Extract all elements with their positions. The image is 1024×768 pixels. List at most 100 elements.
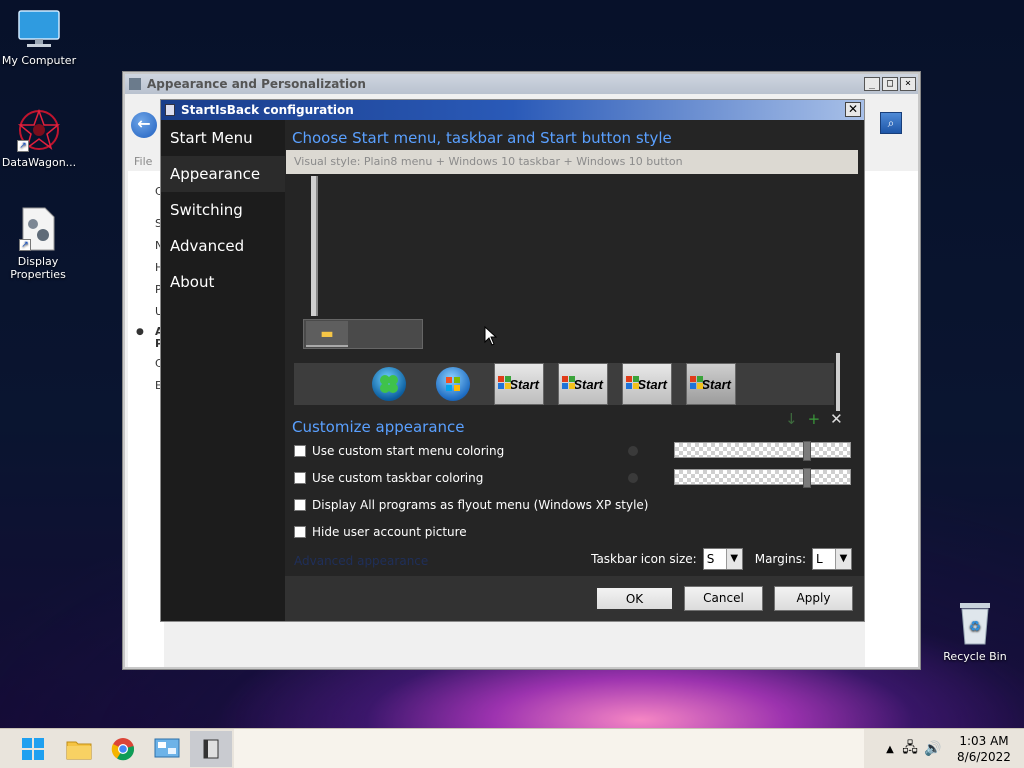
clock-time: 1:03 AM [959, 734, 1009, 748]
taskbar: ▲ 🖧 🔊 1:03 AM 8/6/2022 [0, 728, 1024, 768]
dialog-close-button[interactable]: ✕ [845, 102, 861, 117]
nav-item-advanced[interactable]: Advanced [161, 228, 285, 264]
orb-tools: ↓ + ✕ [785, 410, 843, 428]
minimize-button[interactable]: _ [864, 77, 880, 91]
cancel-button[interactable]: Cancel [684, 586, 763, 611]
start-button[interactable] [12, 731, 54, 767]
recycle-bin-icon: ♻ [956, 600, 994, 646]
xp-start-button-style-1[interactable]: Start [494, 363, 544, 405]
shortcut-arrow-icon: ↗ [17, 140, 29, 152]
mouse-cursor-icon [484, 325, 498, 346]
display-properties-icon: ↗ [19, 207, 57, 251]
desktop-icon-display-properties[interactable]: ↗ Display Properties [0, 207, 76, 281]
checkbox[interactable] [294, 499, 306, 511]
start-label: Start [637, 377, 667, 392]
xp-start-button-style-2[interactable]: Start [558, 363, 608, 405]
clock[interactable]: 1:03 AM 8/6/2022 [944, 733, 1024, 765]
visual-style-selector[interactable]: Visual style: Plain8 menu + Windows 10 t… [286, 150, 858, 174]
desktop-icon-my-computer[interactable]: My Computer [0, 10, 78, 67]
chevron-down-icon[interactable]: ▼ [835, 549, 851, 569]
show-hidden-icons-icon[interactable]: ▲ [882, 744, 898, 755]
customize-heading: Customize appearance [292, 418, 465, 436]
chevron-down-icon[interactable]: ▼ [725, 549, 742, 569]
bg-window-content [865, 171, 918, 667]
nav-item-start-menu[interactable]: Start Menu [161, 120, 285, 156]
taskbar-control-panel[interactable] [146, 731, 188, 767]
taskbar-startisback[interactable] [190, 731, 232, 767]
taskbar-icon-size-value: S [706, 552, 715, 566]
taskbar-opacity-slider[interactable] [674, 468, 851, 488]
style-heading: Choose Start menu, taskbar and Start but… [292, 129, 672, 147]
nav-item-switching[interactable]: Switching [161, 192, 285, 228]
slider-thumb[interactable] [803, 468, 811, 488]
apply-button[interactable]: Apply [774, 586, 853, 611]
option-custom-taskbar-coloring[interactable]: Use custom taskbar coloring [294, 471, 483, 485]
windows-flag-icon [690, 376, 704, 390]
start-menu-preview [311, 176, 318, 316]
checkbox[interactable] [294, 526, 306, 538]
startisback-config-dialog: StartIsBack configuration ✕ Start Menu A… [160, 99, 865, 622]
folder-icon: ▬ [306, 321, 348, 347]
desktop-icon-recycle-bin[interactable]: ♻ Recycle Bin [940, 600, 1010, 663]
start-menu-opacity-slider[interactable] [674, 441, 851, 461]
shortcut-arrow-icon: ↗ [19, 239, 31, 251]
datawagon-icon: ↗ [17, 108, 61, 152]
add-icon[interactable]: + [808, 410, 821, 428]
bg-window-titlebar[interactable]: Appearance and Personalization [125, 74, 918, 94]
bg-window-task-pane: C S N H P U ● A P C E [128, 171, 164, 667]
windows7-orb-icon[interactable] [436, 367, 470, 401]
clover-orb-icon[interactable] [372, 367, 406, 401]
option-hide-user-picture[interactable]: Hide user account picture [294, 525, 467, 539]
orb-list-scrollbar[interactable] [836, 353, 840, 411]
desktop-icon-datawagon[interactable]: ↗ DataWagon... [0, 108, 78, 169]
settings-nav: Start Menu Appearance Switching Advanced… [161, 120, 285, 596]
ok-button[interactable]: OK [595, 586, 674, 611]
start-label: Start [701, 377, 731, 392]
option-label: Use custom taskbar coloring [312, 471, 484, 485]
xp-start-button-style-3[interactable]: Start [622, 363, 672, 405]
search-icon[interactable]: ⌕ [880, 112, 902, 134]
color-dot[interactable] [628, 473, 638, 483]
option-label: Use custom start menu coloring [312, 444, 505, 458]
slider-thumb[interactable] [803, 441, 811, 461]
start-label: Start [573, 377, 603, 392]
nav-item-appearance[interactable]: Appearance [161, 156, 285, 192]
nav-item-about[interactable]: About [161, 264, 285, 300]
dialog-titlebar[interactable]: StartIsBack configuration [161, 100, 864, 120]
windows-flag-icon [626, 376, 640, 390]
checkbox[interactable] [294, 472, 306, 484]
bg-window-title: Appearance and Personalization [147, 77, 366, 91]
windows-flag-icon [562, 376, 576, 390]
xp-start-button-style-4[interactable]: Start [686, 363, 736, 405]
startisback-app-icon [165, 104, 175, 116]
checkbox[interactable] [294, 445, 306, 457]
startisback-icon [203, 739, 219, 759]
color-dot[interactable] [628, 446, 638, 456]
bullet-icon: ● [136, 327, 144, 337]
maximize-button[interactable]: □ [882, 77, 898, 91]
margins-select[interactable]: L ▼ [812, 548, 852, 570]
svg-text:♻: ♻ [969, 619, 982, 635]
taskbar-file-explorer[interactable] [58, 731, 100, 767]
taskbar-icon-size-select[interactable]: S ▼ [702, 548, 743, 570]
option-label: Display All programs as flyout menu (Win… [312, 498, 649, 512]
windows-logo-icon [22, 738, 44, 760]
download-icon[interactable]: ↓ [785, 410, 798, 428]
option-label: Hide user account picture [312, 525, 467, 539]
margins-label: Margins: [754, 552, 806, 566]
back-arrow-icon[interactable]: ← [131, 112, 157, 138]
desktop-icon-label: DataWagon... [1, 156, 77, 169]
close-button[interactable]: × [900, 77, 916, 91]
control-panel-icon [129, 78, 141, 90]
advanced-appearance-link[interactable]: Advanced appearance [294, 554, 428, 568]
desktop-icon-label: Recycle Bin [943, 650, 1007, 663]
option-all-programs-flyout[interactable]: Display All programs as flyout menu (Win… [294, 498, 648, 512]
taskbar-empty-area[interactable] [234, 729, 864, 768]
start-button-style-list: Start Start Start Start [294, 363, 834, 405]
remove-icon[interactable]: ✕ [830, 410, 843, 428]
taskbar-chrome[interactable] [102, 731, 144, 767]
volume-icon[interactable]: 🔊 [922, 741, 944, 757]
option-custom-start-menu-coloring[interactable]: Use custom start menu coloring [294, 444, 504, 458]
desktop-icon-label: My Computer [1, 54, 77, 67]
network-icon[interactable]: 🖧 [898, 737, 922, 761]
